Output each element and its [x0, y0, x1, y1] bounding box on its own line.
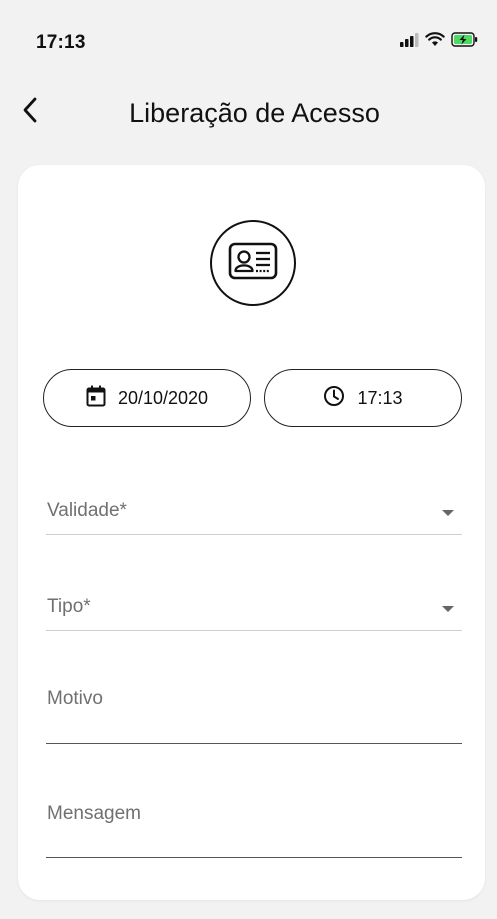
motivo-label: Motivo	[47, 688, 103, 709]
battery-charging-icon	[451, 32, 479, 52]
tipo-label: Tipo*	[47, 596, 91, 617]
status-bar: 17:13	[0, 0, 497, 70]
status-icons	[399, 32, 479, 52]
motivo-input[interactable]: Motivo	[46, 670, 462, 744]
time-picker-button[interactable]: 17:13	[264, 369, 462, 427]
wifi-icon	[425, 32, 445, 52]
avatar	[210, 220, 296, 306]
mensagem-label: Mensagem	[47, 803, 141, 824]
date-picker-button[interactable]: 20/10/2020	[43, 369, 251, 427]
signal-icon	[399, 32, 419, 52]
clock-icon	[323, 385, 345, 412]
calendar-icon	[86, 385, 106, 412]
page-title: Liberação de Acesso	[129, 98, 380, 128]
id-card-icon	[228, 241, 278, 286]
tipo-dropdown-arrow-icon	[442, 606, 454, 612]
tipo-select[interactable]: Tipo*	[46, 579, 462, 631]
navigation-bar: Liberação de Acesso	[0, 80, 497, 144]
time-value: 17:13	[357, 387, 403, 408]
status-time: 17:13	[36, 32, 86, 53]
date-value: 20/10/2020	[117, 387, 209, 408]
validade-select[interactable]: Validade*	[46, 483, 462, 535]
access-form-card: 20/10/2020 17:13 Validade* Tipo* Motivo …	[18, 165, 485, 900]
mensagem-input[interactable]: Mensagem	[46, 783, 462, 858]
validade-dropdown-arrow-icon	[442, 510, 454, 516]
validade-label: Validade*	[47, 500, 127, 521]
